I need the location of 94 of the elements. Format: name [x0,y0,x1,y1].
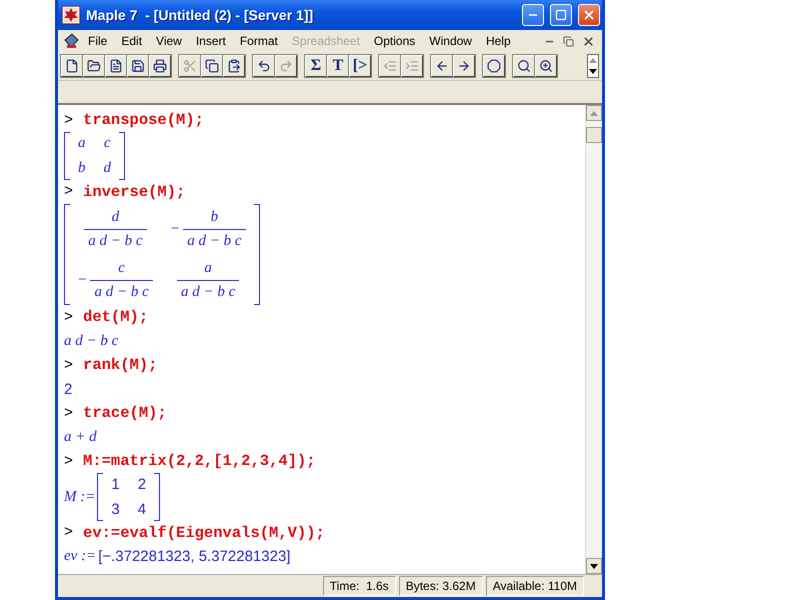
window-title: Maple 7 - [Untitled (2) - [Server 1]] [86,7,314,23]
maximize-button[interactable] [550,4,572,26]
stop-sign-icon [487,59,501,73]
matrix-entry: d [104,160,111,177]
toolbar-button[interactable]: [> [349,55,371,77]
status-field: Available: 110M [486,576,584,596]
menu-item[interactable]: Insert [190,32,232,50]
output-expression: a d − b c [64,332,118,350]
menu-item[interactable]: View [150,32,188,50]
folder-icon [87,59,101,73]
matrix-entry: 2 [138,476,146,494]
denominator: a d − b c [180,282,236,302]
toolbar-button[interactable] [453,55,475,77]
minimize-button[interactable] [522,4,544,26]
input-prompt: > [64,524,74,542]
numerator: d [84,206,147,230]
output-expression: a + d [64,428,97,446]
clipboard-icon [227,59,241,73]
toolbar-button[interactable] [483,55,505,77]
toolbar-button[interactable] [61,55,83,77]
maple-command[interactable]: inverse(M); [83,182,186,201]
right-bracket [154,473,160,521]
denominator: a d − b c [87,232,144,250]
vertical-scrollbar[interactable] [585,105,602,574]
toolbar-button[interactable] [105,55,127,77]
maple-command[interactable]: M:=matrix(2,2,[1,2,3,4]); [83,452,316,470]
outdent-icon [383,59,397,73]
input-prompt: > [64,452,74,470]
toolbar-button[interactable] [83,55,105,77]
input-prompt: > [64,404,74,422]
undo-icon [257,59,271,73]
numerator: c [90,258,153,280]
toolbar-button[interactable] [223,55,245,77]
denominator: a d − b c [186,232,242,250]
close-icon [582,34,595,48]
minus-sign: − [170,220,180,238]
scrollbar-thumb[interactable] [586,127,602,143]
toolbar-button[interactable] [127,55,149,77]
maple-command[interactable]: det(M); [83,308,148,326]
denominator: a d − b c [93,282,150,302]
restore-icon [563,36,574,46]
redo-icon [279,59,293,73]
toolbar-button[interactable]: Σ [305,55,327,77]
input-prompt: > [64,356,74,374]
menu-item[interactable]: Help [480,32,517,50]
menu-item[interactable]: Format [234,32,284,50]
numerator: b [183,206,246,230]
matrix-entry: 4 [138,501,146,518]
right-bracket [119,132,125,180]
scissors-icon [183,59,197,73]
indent-icon [405,59,419,73]
toolbar-button[interactable] [149,55,171,77]
maple-command[interactable]: trace(M); [83,404,167,422]
matrix-entry: b [78,160,86,177]
output-expression: [−.372281323, 5.372281323] [98,548,290,566]
input-prompt: > [64,308,74,326]
magnifier-icon [517,59,531,73]
menu-item[interactable]: File [82,32,114,50]
copy-icon [205,59,219,73]
menu-item[interactable]: Options [368,32,422,50]
maple-command[interactable]: ev:=evalf(Eigenvals(M,V)); [83,524,325,542]
left-bracket [97,473,104,521]
toolbar-button[interactable] [535,55,557,77]
toolbar-button[interactable]: T [327,55,349,77]
zoom-in-icon [539,59,553,73]
matrix-entry: 1 [111,476,120,494]
toolbar-button[interactable] [431,55,453,77]
matrix-entry: c [104,134,111,152]
close-button[interactable] [578,4,600,26]
toolbar-scroll-spinner[interactable] [587,54,599,78]
toolbar-button[interactable] [201,55,223,77]
maximize-icon [555,9,567,21]
close-icon [582,8,596,22]
output-expression: 2 [64,380,72,398]
menu-item[interactable]: Edit [115,32,148,50]
document-icon [109,59,123,73]
blank-page-icon [65,59,79,73]
toolbar-button[interactable] [253,55,275,77]
input-prompt: > [64,112,74,128]
maple-command[interactable]: rank(M); [83,356,158,374]
left-bracket [64,132,70,180]
status-field: Time: 1.6s [322,576,396,596]
assignment-label: ev := [64,548,96,566]
menu-item[interactable]: Window [423,32,478,50]
matrix-label: M := [64,488,96,506]
matrix-entry: 3 [111,501,120,518]
numerator: a [176,258,240,280]
status-field: Bytes: 3.62M [398,576,483,596]
maple-command[interactable]: transpose(M); [83,111,204,129]
printer-icon [153,59,167,73]
input-prompt: > [64,183,74,200]
minus-sign: − [78,272,86,288]
matrix-entry: a [78,134,86,152]
toolbar-button[interactable] [513,55,535,77]
